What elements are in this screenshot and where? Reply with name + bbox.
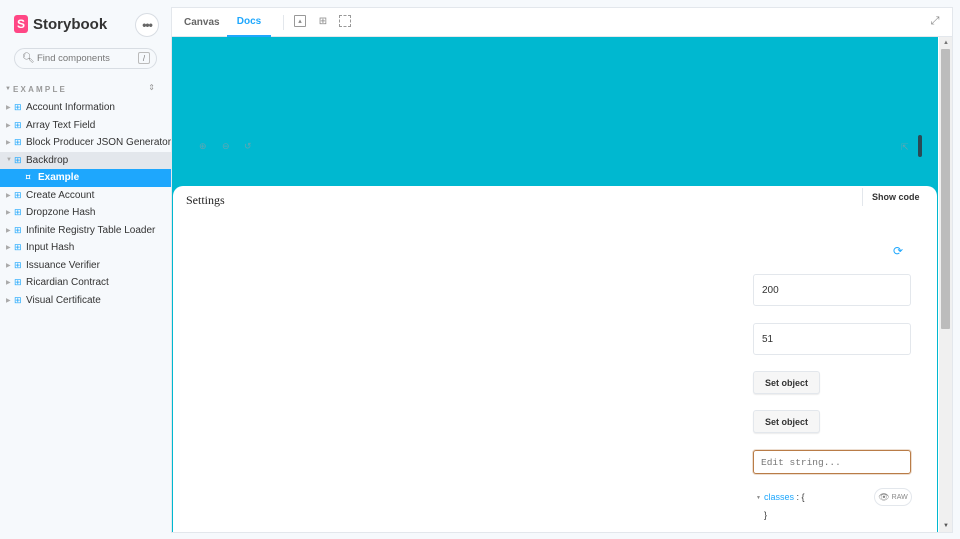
sidebar-item-backdrop[interactable]: ▼ ⊞ Backdrop (0, 151, 172, 169)
component-icon: ⊞ (14, 242, 22, 253)
sidebar-item-label: Backdrop (26, 154, 69, 166)
chevron-right-icon: ▶ (6, 227, 11, 234)
expand-collapse-icon[interactable]: ⇕ (148, 83, 155, 92)
sidebar-item-array-text-field[interactable]: ▶ ⊞ Array Text Field (0, 117, 172, 135)
chevron-right-icon: ▶ (6, 122, 11, 129)
component-icon: ⊞ (14, 224, 22, 235)
raw-label: RAW (891, 493, 908, 501)
sidebar-item-create-account[interactable]: ▶ ⊞ Create Account (0, 187, 172, 205)
panel-title: Settings (186, 193, 225, 207)
component-icon: ⊞ (14, 137, 22, 148)
sidebar-item-label: Example (38, 172, 80, 184)
chevron-right-icon: ▶ (6, 262, 11, 269)
storybook-logo-icon: S (14, 15, 28, 33)
sidebar-item-label: Issuance Verifier (26, 259, 100, 271)
scroll-up-arrow-icon[interactable]: ▲ (943, 40, 949, 46)
zoom-out-icon[interactable]: ⊖ (222, 141, 230, 152)
sidebar-item-label: Dropzone Hash (26, 207, 96, 219)
sidebar-item-label: Visual Certificate (26, 294, 101, 306)
chevron-right-icon: ▶ (6, 280, 11, 287)
sidebar-item-label: Account Information (26, 102, 115, 114)
component-icon: ⊞ (14, 207, 22, 218)
search-icon: 🔍︎ (22, 53, 35, 64)
drag-handle[interactable] (918, 135, 922, 157)
chevron-right-icon: ▶ (6, 297, 11, 304)
section-title: EXAMPLE (13, 84, 68, 94)
raw-toggle-button[interactable]: 👁︎ RAW (875, 489, 911, 505)
chevron-right-icon: ▶ (6, 245, 11, 252)
number-field-2[interactable] (753, 323, 911, 355)
json-object-row[interactable]: ▼ classes : { (756, 492, 805, 502)
chevron-right-icon: ▶ (6, 105, 11, 112)
tab-docs[interactable]: Docs (227, 8, 271, 37)
toolbar-divider (283, 15, 284, 30)
search-box[interactable]: 🔍︎ / (14, 48, 157, 69)
component-icon: ⊞ (14, 189, 22, 200)
docs-canvas: ⊕ ⊖ ↺ ⇱ Settings Show code ⟳ Set object … (172, 37, 938, 532)
component-icon: ⊞ (14, 154, 22, 165)
edit-string-input[interactable] (753, 450, 911, 474)
settings-panel: Settings Show code ⟳ Set object Set obje… (173, 186, 937, 532)
sidebar-item-issuance-verifier[interactable]: ▶ ⊞ Issuance Verifier (0, 257, 172, 275)
eye-icon: 👁︎ (878, 491, 890, 502)
sidebar-item-label: Ricardian Contract (26, 277, 109, 289)
grid-icon[interactable]: ⊞ (317, 15, 329, 27)
chevron-down-icon: ▼ (756, 494, 761, 501)
storybook-brand[interactable]: S Storybook (14, 15, 107, 33)
scroll-down-arrow-icon[interactable]: ▼ (943, 523, 949, 529)
component-icon: ⊞ (14, 277, 22, 288)
component-icon: ⊞ (14, 102, 22, 113)
chevron-right-icon: ▶ (6, 140, 11, 147)
main-panel: Canvas Docs ▴ ⊞ ⤢ ⊕ ⊖ ↺ ⇱ Settings Show … (172, 8, 952, 532)
number-field-1[interactable] (753, 274, 911, 306)
section-header-example[interactable]: ▼ EXAMPLE ⇕ (5, 83, 155, 94)
json-key: classes (763, 492, 794, 502)
menu-button[interactable]: ••• (136, 14, 158, 36)
component-tree: ▶ ⊞ Account Information ▶ ⊞ Array Text F… (0, 99, 172, 309)
component-icon: ⊞ (14, 294, 22, 305)
outline-icon[interactable] (339, 15, 351, 27)
show-code-button[interactable]: Show code (862, 188, 920, 206)
sidebar-item-block-producer-json-generator[interactable]: ▶ ⊞ Block Producer JSON Generator (0, 134, 172, 152)
json-open-brace: { (801, 492, 805, 502)
background-image-icon[interactable]: ▴ (294, 15, 306, 27)
json-close-brace: } (764, 510, 768, 520)
sidebar-item-label: Infinite Registry Table Loader (26, 224, 156, 236)
component-icon: ⊞ (14, 259, 22, 270)
sidebar-item-label: Input Hash (26, 242, 75, 254)
set-object-button-1[interactable]: Set object (753, 371, 820, 394)
sidebar-item-input-hash[interactable]: ▶ ⊞ Input Hash (0, 239, 172, 257)
fullscreen-icon[interactable]: ⤢ (929, 15, 941, 27)
tab-canvas[interactable]: Canvas (184, 8, 220, 37)
vertical-scrollbar[interactable]: ▲ ▼ (939, 37, 952, 532)
component-icon: ⊞ (14, 119, 22, 130)
open-in-new-tab-icon[interactable]: ⇱ (901, 142, 909, 153)
sidebar-item-dropzone-hash[interactable]: ▶ ⊞ Dropzone Hash (0, 204, 172, 222)
sidebar-item-example-story[interactable]: ⌑ Example (0, 169, 172, 187)
top-toolbar: Canvas Docs ▴ ⊞ ⤢ (172, 8, 952, 37)
sidebar-item-label: Block Producer JSON Generator (26, 137, 172, 149)
set-object-button-2[interactable]: Set object (753, 410, 820, 433)
sidebar-item-label: Array Text Field (26, 119, 96, 131)
sidebar-item-ricardian-contract[interactable]: ▶ ⊞ Ricardian Contract (0, 274, 172, 292)
app-name: Storybook (33, 15, 108, 33)
zoom-reset-icon[interactable]: ↺ (244, 141, 252, 152)
scrollbar-thumb[interactable] (941, 49, 950, 329)
chevron-down-icon: ▼ (5, 86, 11, 92)
search-shortcut-key: / (138, 52, 150, 64)
bookmark-icon: ⌑ (26, 173, 31, 183)
chevron-right-icon: ▶ (6, 210, 11, 217)
search-input[interactable] (37, 53, 137, 64)
chevron-down-icon: ▼ (6, 157, 12, 164)
chevron-right-icon: ▶ (6, 192, 11, 199)
refresh-icon[interactable]: ⟳ (893, 244, 903, 258)
sidebar: S Storybook ••• 🔍︎ / ▼ EXAMPLE ⇕ ▶ ⊞ Acc… (0, 0, 172, 539)
sidebar-item-visual-certificate[interactable]: ▶ ⊞ Visual Certificate (0, 292, 172, 310)
sidebar-item-account-information[interactable]: ▶ ⊞ Account Information (0, 99, 172, 117)
zoom-in-icon[interactable]: ⊕ (199, 141, 207, 152)
sidebar-item-label: Create Account (26, 189, 95, 201)
sidebar-item-infinite-registry-table-loader[interactable]: ▶ ⊞ Infinite Registry Table Loader (0, 222, 172, 240)
